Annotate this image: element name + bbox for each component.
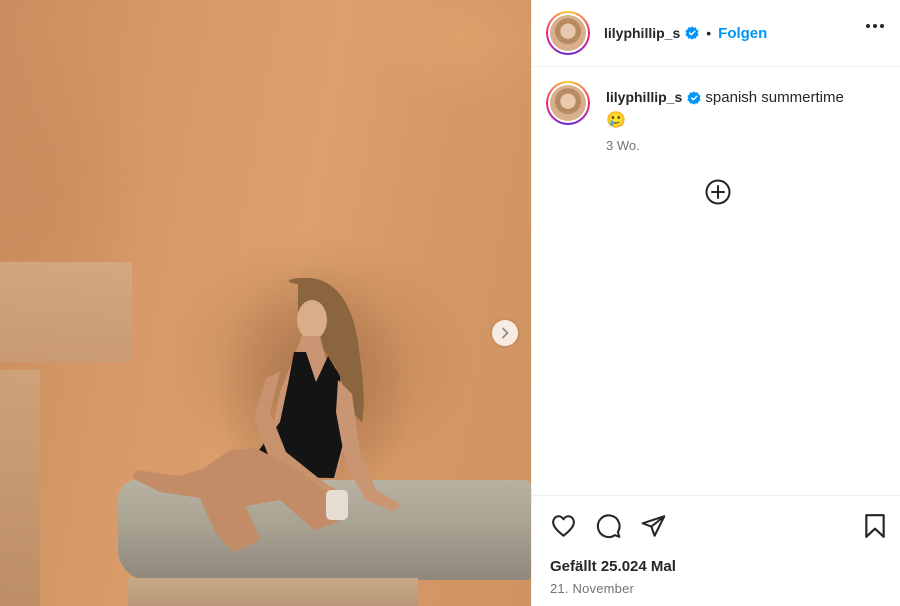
caption-line: lilyphillip_s spanish summertime [606, 87, 844, 108]
caption-emoji: 🥲 [606, 112, 626, 129]
action-bar [550, 513, 887, 541]
bookmark-icon[interactable] [863, 513, 887, 544]
image-stone-column [0, 370, 40, 606]
caption-text: spanish summertime [705, 89, 844, 106]
avatar[interactable] [546, 11, 590, 55]
caption-avatar[interactable] [546, 81, 590, 125]
more-options-icon[interactable] [866, 24, 884, 28]
share-icon[interactable] [640, 513, 667, 544]
image-person [132, 277, 400, 552]
image-bench-base [128, 578, 418, 606]
add-comment-icon[interactable] [705, 179, 731, 210]
avatar-image [550, 85, 586, 121]
post-date: 21. November [550, 581, 635, 596]
header-separator: • [706, 25, 712, 41]
next-image-button[interactable] [492, 320, 518, 346]
comment-icon[interactable] [595, 513, 622, 544]
post-age[interactable]: 3 Wo. [606, 138, 844, 153]
chevron-right-icon [502, 327, 509, 339]
avatar-border [548, 83, 588, 123]
post-header: lilyphillip_s • Folgen [532, 0, 900, 67]
post-image[interactable] [0, 0, 531, 606]
image-stone-block [0, 262, 132, 362]
verified-badge-icon [685, 26, 699, 40]
caption: lilyphillip_s spanish summertime 🥲 3 Wo. [532, 67, 900, 153]
caption-username[interactable]: lilyphillip_s [606, 89, 682, 105]
caption-body: lilyphillip_s spanish summertime 🥲 3 Wo. [606, 81, 844, 153]
avatar-image [550, 15, 586, 51]
post-sidebar: lilyphillip_s • Folgen lilyphillip_s spa… [531, 0, 900, 606]
header-username[interactable]: lilyphillip_s [604, 25, 680, 41]
heart-icon[interactable] [550, 513, 577, 544]
likes-count[interactable]: Gefällt 25.024 Mal [550, 558, 676, 575]
avatar-border [548, 13, 588, 53]
post-actions-area: Gefällt 25.024 Mal 21. November [532, 495, 900, 606]
verified-badge-icon [687, 91, 701, 105]
follow-button[interactable]: Folgen [718, 25, 767, 42]
